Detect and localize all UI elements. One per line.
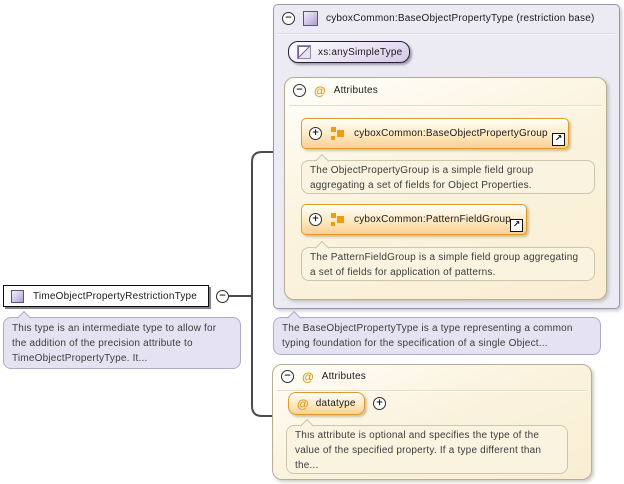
group-base-object-property-group[interactable]: + cyboxCommon:BaseObjectPropertyGroup ↗: [301, 118, 569, 149]
node-description-bubble: This type is an intermediate type to all…: [3, 317, 241, 369]
local-attributes-section: − @ Attributes @ datatype + This attribu…: [272, 364, 592, 480]
xs-any-simple-type-node[interactable]: xs:anySimpleType: [288, 41, 410, 63]
divider: [289, 105, 602, 107]
expand-toggle-icon[interactable]: +: [373, 397, 386, 410]
simple-type-icon: [297, 45, 311, 59]
attribute-at-icon: @: [302, 369, 314, 384]
group-description-bubble: The PatternFieldGroup is a simple field …: [301, 247, 595, 281]
expand-toggle-icon[interactable]: +: [309, 213, 322, 226]
attribute-at-icon: @: [314, 83, 326, 98]
group-label: cyboxCommon:BaseObjectPropertyGroup: [354, 128, 548, 139]
collapse-toggle-icon[interactable]: −: [281, 370, 294, 383]
collapse-toggle-icon[interactable]: −: [293, 84, 306, 97]
attributes-title: Attributes: [321, 371, 366, 382]
expand-toggle-icon[interactable]: +: [309, 127, 322, 140]
link-icon[interactable]: ↗: [510, 219, 523, 232]
divider: [278, 33, 615, 35]
complex-type-icon: [303, 11, 318, 26]
attribute-label: datatype: [315, 398, 356, 409]
attributes-title: Attributes: [333, 85, 378, 96]
container-title: cyboxCommon:BaseObjectPropertyType (rest…: [326, 13, 595, 24]
group-pattern-field-group[interactable]: + cyboxCommon:PatternFieldGroup ↗: [301, 204, 527, 235]
attribute-datatype[interactable]: @ datatype: [288, 392, 365, 415]
attributes-header: − @ Attributes: [293, 84, 378, 97]
base-attributes-section: − @ Attributes + cyboxCommon:BaseObjectP…: [284, 77, 607, 300]
attribute-group-icon: [331, 127, 345, 140]
collapse-toggle-icon[interactable]: −: [216, 290, 229, 303]
node-time-object-property-restriction-type[interactable]: TimeObjectPropertyRestrictionType: [3, 285, 209, 307]
group-label: cyboxCommon:PatternFieldGroup: [354, 214, 511, 225]
link-icon[interactable]: ↗: [552, 133, 565, 146]
base-object-property-type-container: − cyboxCommon:BaseObjectPropertyType (re…: [273, 4, 620, 309]
attributes-header: − @ Attributes: [281, 370, 366, 383]
attribute-group-icon: [331, 213, 345, 226]
collapse-toggle-icon[interactable]: −: [282, 12, 295, 25]
group-description-bubble: The ObjectPropertyGroup is a simple fiel…: [301, 160, 595, 194]
attribute-at-icon: @: [297, 396, 309, 411]
base-type-description-bubble: The BaseObjectPropertyType is a type rep…: [273, 317, 601, 355]
attribute-description-bubble: This attribute is optional and specifies…: [286, 425, 568, 474]
container-header: − cyboxCommon:BaseObjectPropertyType (re…: [282, 11, 594, 26]
complex-type-icon: [11, 289, 24, 303]
node-label: TimeObjectPropertyRestrictionType: [33, 290, 198, 302]
simple-type-label: xs:anySimpleType: [318, 46, 403, 58]
